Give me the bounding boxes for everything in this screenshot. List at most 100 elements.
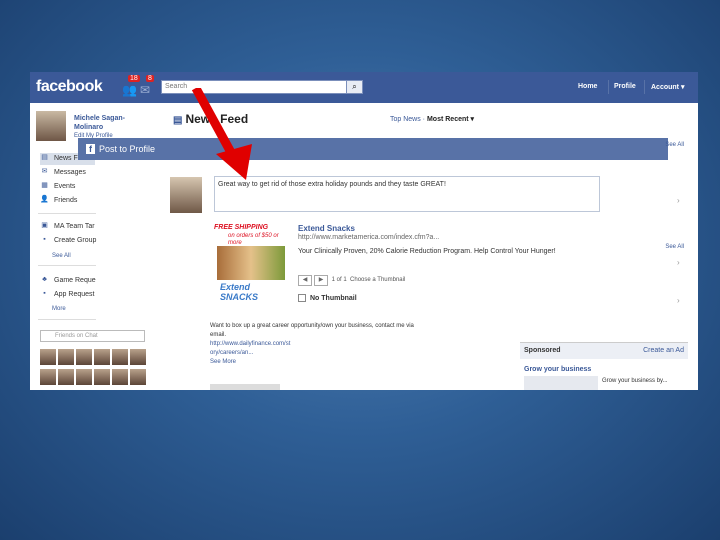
friend-requests-icon[interactable]: 👥 18 xyxy=(122,75,140,97)
more-link[interactable]: More xyxy=(52,306,66,312)
chat-friend-avatar[interactable] xyxy=(130,369,146,385)
composer-avatar xyxy=(170,177,202,213)
sidebar-item-label: Messages xyxy=(54,169,86,176)
feed-sort: Top News · Most Recent ▾ xyxy=(390,116,475,123)
see-all-link[interactable]: See All xyxy=(665,142,684,148)
nav-account[interactable]: Account ▾ xyxy=(651,83,684,91)
feed-line: email. xyxy=(210,332,227,338)
friends-icon: 👤 xyxy=(40,196,49,204)
thumb-subline: on orders of $50 or more xyxy=(228,233,279,246)
facebook-logo[interactable]: facebook xyxy=(36,78,103,96)
sidebar-item-create-group[interactable]: ▪ Create Group xyxy=(40,235,96,247)
sponsored-label: Sponsored xyxy=(524,347,561,354)
sidebar-item-group[interactable]: ▣ MA Team Tar xyxy=(40,221,95,233)
chat-search-input[interactable]: Friends on Chat xyxy=(40,330,145,342)
chat-friend-avatar[interactable] xyxy=(94,369,110,385)
nav-home[interactable]: Home xyxy=(578,83,597,90)
sidebar-item-label: MA Team Tar xyxy=(54,223,95,230)
facebook-icon: f xyxy=(86,144,95,154)
create-ad-link[interactable]: Create an Ad xyxy=(643,347,684,354)
news-feed-icon: ▤ xyxy=(41,154,48,162)
sidebar-item-label: Create Group xyxy=(54,237,97,244)
sidebar-item-label: Game Reque xyxy=(54,277,96,284)
feed-story-thumbnail[interactable] xyxy=(210,384,280,390)
search-icon[interactable]: ⌕ xyxy=(346,80,363,94)
feed-link[interactable]: ory/careers/an... xyxy=(210,349,472,358)
sidebar-item-events[interactable]: ▦ Events xyxy=(40,181,75,193)
divider xyxy=(38,213,96,214)
nav-divider xyxy=(644,80,645,94)
sidebar-item-label: App Request xyxy=(54,291,95,298)
post-to-profile-label: Post to Profile xyxy=(99,144,156,154)
sidebar-item-label: Events xyxy=(54,183,76,190)
chat-friend-avatar[interactable] xyxy=(76,369,92,385)
news-feed-icon: ▤ xyxy=(173,115,183,126)
chat-friend-avatar[interactable] xyxy=(112,369,128,385)
link-thumbnail: FREE SHIPPING on orders of $50 or more E… xyxy=(214,224,288,302)
notifications-icon[interactable]: 8 xyxy=(142,75,156,94)
nav-profile[interactable]: Profile xyxy=(614,83,636,90)
sidebar-item-label: Friends xyxy=(54,197,78,204)
messages-icon: ✉ xyxy=(41,168,48,176)
divider xyxy=(38,319,96,320)
page-count: 1 of 1 xyxy=(331,277,347,283)
most-recent-link[interactable]: Most Recent ▾ xyxy=(427,116,474,123)
arrow-shaft xyxy=(191,88,241,165)
screenshot-window: facebook 👥 18 ✉ 8 Search ⌕ Home Profile A… xyxy=(30,72,698,390)
post-to-profile-bar: f Post to Profile xyxy=(78,138,668,160)
chat-friend-avatar[interactable] xyxy=(112,349,128,365)
notifications-badge: 8 xyxy=(146,75,154,82)
profile-name[interactable]: Michele Sagan-Molinaro xyxy=(74,114,144,132)
chat-friend-avatar[interactable] xyxy=(94,349,110,365)
sidebar-item-app-requests[interactable]: ▪ App Request xyxy=(40,289,94,301)
see-more-link[interactable]: See More xyxy=(210,358,472,367)
see-all-link[interactable]: See All xyxy=(665,244,684,250)
link-description[interactable]: Your Clinically Proven, 20% Calorie Redu… xyxy=(298,247,568,256)
chevron-right-icon[interactable]: › xyxy=(677,296,680,305)
top-news-link[interactable]: Top News xyxy=(390,116,421,123)
snack-box-image xyxy=(217,246,285,280)
chat-friend-avatar[interactable] xyxy=(40,349,56,365)
chevron-right-icon[interactable]: › xyxy=(677,196,680,205)
ad-description: Grow your business by... xyxy=(602,378,668,384)
arrow-head xyxy=(216,144,252,180)
chat-friend-avatar[interactable] xyxy=(76,349,92,365)
next-thumb-button[interactable]: ▶ xyxy=(314,275,328,286)
ad-image[interactable] xyxy=(524,376,598,390)
checkbox-icon xyxy=(298,294,306,302)
sidebar-item-messages[interactable]: ✉ Messages xyxy=(40,167,86,179)
link-title[interactable]: Extend Snacks xyxy=(298,224,355,233)
chat-friend-avatar[interactable] xyxy=(40,369,56,385)
thumbnail-pager: ◀ ▶ 1 of 1 Choose a Thumbnail xyxy=(298,275,405,286)
nav-divider xyxy=(608,80,609,94)
see-all-link[interactable]: See All xyxy=(52,253,71,259)
chevron-right-icon[interactable]: › xyxy=(677,258,680,267)
chat-friend-avatar[interactable] xyxy=(58,349,74,365)
no-thumbnail-checkbox[interactable]: No Thumbnail xyxy=(298,294,357,302)
choose-thumbnail-label: Choose a Thumbnail xyxy=(350,277,406,283)
feed-line: Want to box up a great career opportunit… xyxy=(210,323,414,329)
feed-link[interactable]: http://www.dailyfinance.com/st xyxy=(210,340,472,349)
create-group-icon: ▪ xyxy=(43,236,46,244)
group-icon: ▣ xyxy=(41,222,48,230)
calendar-icon: ▦ xyxy=(41,182,48,190)
no-thumbnail-label: No Thumbnail xyxy=(310,294,357,302)
chat-friend-avatar[interactable] xyxy=(130,349,146,365)
thumb-brand: Extend SNACKS xyxy=(220,282,259,302)
status-composer-input[interactable]: Great way to get rid of those extra holi… xyxy=(214,176,600,212)
red-arrow-annotation xyxy=(191,88,252,180)
divider xyxy=(38,265,96,266)
game-icon: ♣ xyxy=(42,276,47,284)
sidebar-item-game-requests[interactable]: ♣ Game Reque xyxy=(40,275,96,287)
requests-badge: 18 xyxy=(128,75,140,82)
sponsored-header: Sponsored Create an Ad xyxy=(520,342,688,359)
thumb-headline: FREE SHIPPING xyxy=(214,224,269,231)
feed-story-text: Want to box up a great career opportunit… xyxy=(210,322,472,367)
sidebar-item-friends[interactable]: 👤 Friends xyxy=(40,195,77,207)
chat-friend-avatar[interactable] xyxy=(58,369,74,385)
link-url: http://www.marketamerica.com/index.cfm?a… xyxy=(298,234,440,241)
top-bar: facebook 👥 18 ✉ 8 Search ⌕ Home Profile A… xyxy=(30,72,698,103)
ad-title[interactable]: Grow your business xyxy=(524,366,591,373)
prev-thumb-button[interactable]: ◀ xyxy=(298,275,312,286)
profile-avatar[interactable] xyxy=(36,111,66,141)
